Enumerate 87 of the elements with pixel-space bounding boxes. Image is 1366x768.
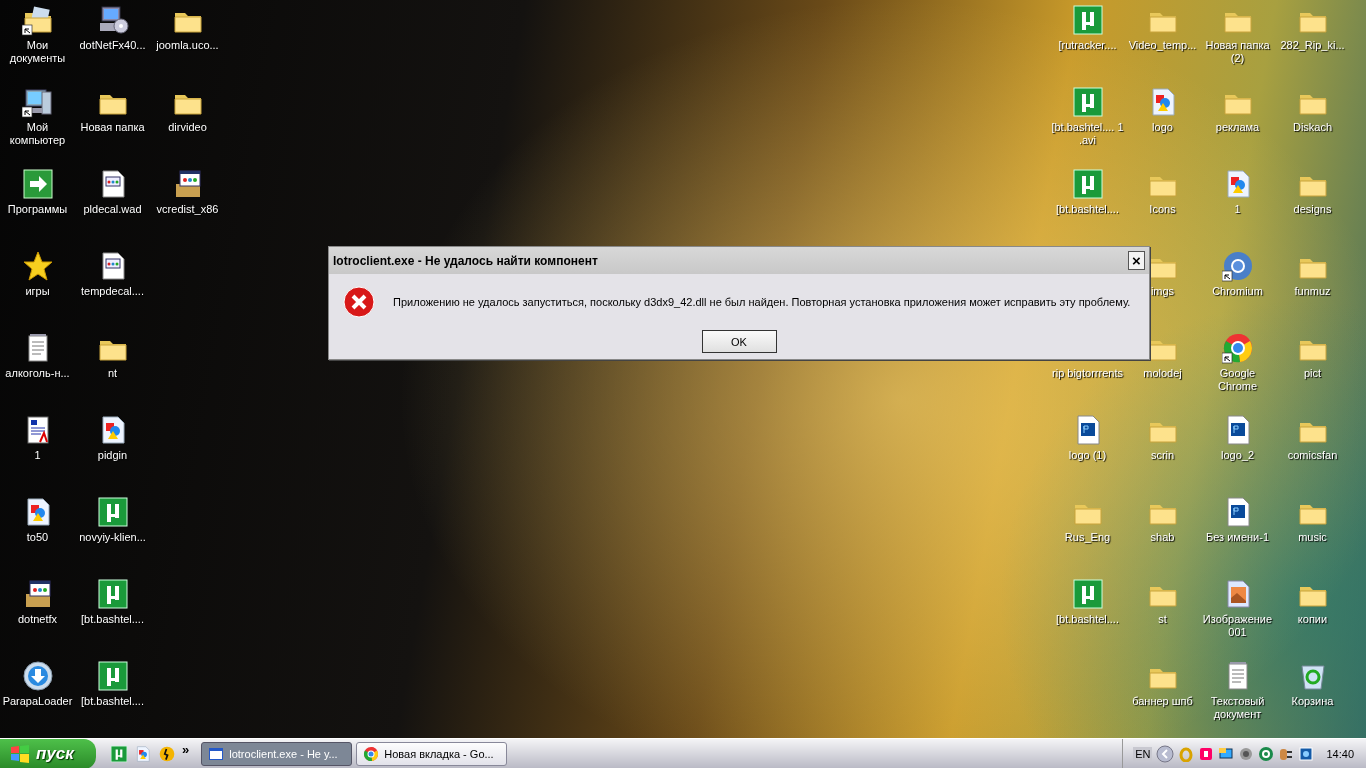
windows-flag-icon [10,745,30,763]
icon-label[interactable]: st [1158,613,1167,626]
icon-label[interactable]: shab [1150,531,1175,544]
icon-label[interactable]: [bt.bashtel.... [1056,613,1119,626]
tricolor-ring-icon[interactable] [1221,332,1254,364]
icon-label[interactable]: nt [107,367,118,380]
icon-label[interactable]: to50 [26,531,49,544]
icon-label[interactable]: [bt.bashtel.... [81,695,144,708]
ring-logo-icon[interactable] [1221,250,1254,282]
icon-label[interactable]: joomla.uco... [156,39,219,52]
icon-label[interactable]: imgs [1150,285,1175,298]
plug-icon[interactable] [1278,746,1295,762]
icon-label[interactable]: logo_2 [1220,449,1254,462]
icon-label[interactable]: vcredist_x86 [156,203,219,216]
taskbar-button[interactable]: Новая вкладка - Go... [356,742,508,766]
mu-tile-icon[interactable] [96,660,129,692]
window-icon[interactable] [208,746,225,762]
mu-tile-icon[interactable] [96,578,129,610]
icon-label[interactable]: [bt.bashtel.... 1 .avi [1050,121,1125,147]
icon-label[interactable]: logo (1) [1068,449,1107,462]
icon-label[interactable]: novyiy-klien... [79,531,146,544]
icon-label[interactable]: dirvideo [168,121,207,134]
icon-label[interactable]: [rutracker.... [1058,39,1117,52]
icon-label[interactable]: Rus_Eng [1064,531,1111,544]
icon-label[interactable]: Новая папка (2) [1200,39,1275,65]
icon-label[interactable]: music [1298,531,1327,544]
icon-label[interactable]: реклама [1215,121,1260,134]
icon-label[interactable]: Новая папка [80,121,145,134]
icon-label[interactable]: Video_temp... [1128,39,1197,52]
mu-tile-icon[interactable] [96,496,129,528]
icon-label[interactable]: funmuz [1294,285,1331,298]
mu-tile-icon[interactable] [1071,4,1104,36]
icon-label[interactable]: dotnetfx [17,613,58,626]
icon-label[interactable]: ParapaLoader [2,695,73,708]
arrow-tile-icon[interactable] [21,168,54,200]
icon-label[interactable]: Diskach [1292,121,1333,134]
tricolor-ring-icon[interactable] [363,746,380,762]
icon-label[interactable]: Google Chrome [1200,367,1275,393]
icon-label[interactable]: Изображение 001 [1200,613,1275,639]
clock: 14:40 [1326,748,1354,760]
icon-label[interactable]: Текстовый документ [1200,695,1275,721]
icon-label[interactable]: molodej [1143,367,1182,380]
icon-label[interactable]: [bt.bashtel.... [81,613,144,626]
icon-label[interactable]: logo [1152,121,1173,134]
icon-label[interactable]: игры [25,285,50,298]
icon-label[interactable]: Chromium [1212,285,1263,298]
dialog-title: lotroclient.exe - Не удалось найти компонент [333,253,598,268]
mu-tile-icon[interactable] [1071,168,1104,200]
tile-icon[interactable] [1298,746,1315,762]
icon-label[interactable]: баннер шпб [1132,695,1193,708]
computer-icon[interactable] [21,86,54,118]
taskbar-button[interactable]: lotroclient.exe - Не у... [201,742,353,766]
icon-label[interactable]: Без имени-1 [1206,531,1269,544]
mu-tile-icon[interactable] [110,745,128,763]
ok-button[interactable]: OK [701,330,777,353]
documents-folder-icon[interactable] [21,4,54,36]
icon-label[interactable]: tempdecal.... [81,285,144,298]
star-icon[interactable] [21,250,54,282]
icon-label[interactable]: scrin [1150,449,1175,462]
mu-tile-icon[interactable] [1071,86,1104,118]
icon-label[interactable]: dotNetFx40... [79,39,146,52]
icon-label[interactable]: алкоголь-н... [5,367,70,380]
icon-label[interactable]: копии [1297,613,1328,626]
download-icon[interactable] [21,660,54,692]
close-button[interactable]: × [1128,251,1145,270]
more-button[interactable]: » [182,741,190,757]
icon-label[interactable]: Корзина [1291,695,1334,708]
icon-label[interactable]: pidgin [97,449,128,462]
icon-label[interactable]: 1 [1234,203,1241,216]
icon-label[interactable]: 282_Rip_ki... [1280,39,1345,52]
mu-tile-icon[interactable] [1071,578,1104,610]
error-message: Приложению не удалось запуститься, поскольку d3dx9_42.dll не был найден. Повторная установка приложения может исправить эту проблему. [393,296,1131,308]
error-icon [343,286,375,318]
icon-label[interactable]: designs [1293,203,1332,216]
icon-label[interactable]: Мои документы [0,39,75,65]
icon-label[interactable]: Программы [7,203,68,216]
start-button[interactable]: пуск [0,739,96,768]
monitor-icon[interactable] [1218,746,1235,762]
icon-label[interactable]: [bt.bashtel.... [1056,203,1119,216]
icon-label[interactable]: pict [1303,367,1322,380]
icon-label[interactable]: Icons [1149,203,1176,216]
icon-label[interactable]: Мой компьютер [0,121,75,147]
chevron-icon[interactable] [1156,745,1175,763]
icon-label[interactable]: comicsfan [1287,449,1338,462]
icon-label[interactable]: pldecal.wad [83,203,142,216]
language-indicator[interactable]: EN [1133,747,1153,761]
icon-label[interactable]: 1 [34,449,41,462]
